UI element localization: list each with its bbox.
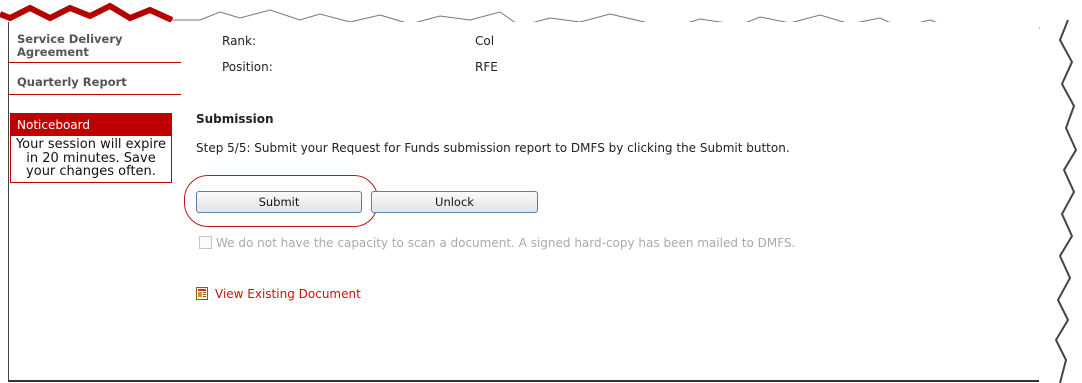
view-existing-document-label: View Existing Document xyxy=(215,287,361,301)
torn-edge-right xyxy=(1054,0,1082,383)
noticeboard-message: Your session will expire in 20 minutes. … xyxy=(15,137,167,179)
position-value: RFE xyxy=(475,60,498,74)
hardcopy-checkbox-row: We do not have the capacity to scan a do… xyxy=(199,236,795,250)
sidebar-item-label: Service Delivery Agreement xyxy=(17,32,123,59)
document-icon xyxy=(196,287,208,300)
submit-button[interactable]: Submit xyxy=(196,191,362,213)
hardcopy-checkbox[interactable] xyxy=(199,236,212,249)
submission-heading: Submission xyxy=(196,112,274,126)
noticeboard-title: Noticeboard xyxy=(11,114,171,136)
hardcopy-checkbox-label: We do not have the capacity to scan a do… xyxy=(216,236,796,250)
step-instructions: Step 5/5: Submit your Request for Funds … xyxy=(196,141,790,155)
sidebar-item-label: Quarterly Report xyxy=(17,75,127,89)
view-existing-document-link[interactable]: View Existing Document xyxy=(196,287,361,301)
sidebar-item-service-delivery-agreement[interactable]: Service Delivery Agreement xyxy=(9,30,181,63)
rank-value: Col xyxy=(475,34,495,48)
sidebar-item-quarterly-report[interactable]: Quarterly Report xyxy=(9,73,181,95)
unlock-button[interactable]: Unlock xyxy=(371,191,538,213)
sidebar: Service Delivery Agreement Quarterly Rep… xyxy=(9,30,181,183)
noticeboard: Noticeboard Your session will expire in … xyxy=(10,113,172,183)
position-label: Position: xyxy=(222,60,273,74)
rank-label: Rank: xyxy=(222,34,257,48)
